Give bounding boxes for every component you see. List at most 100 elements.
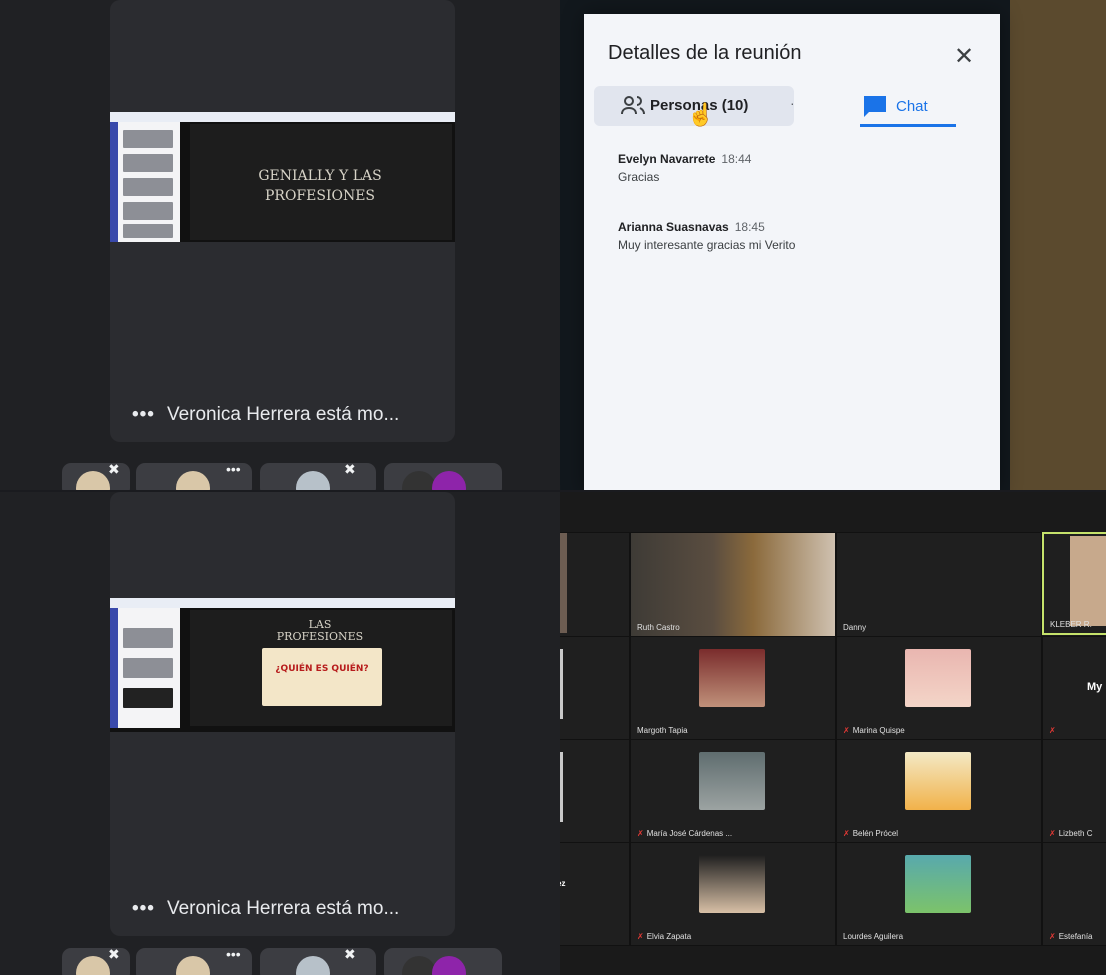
participant-name: ✗ Belén Prócel [843,829,899,838]
participant-tile[interactable] [560,532,630,637]
video-feed [560,752,563,822]
participant-name: ✗ Estefanía [1049,932,1093,941]
participant-tile[interactable]: ✗ Estefanía [1042,842,1106,946]
app-toolbar [110,112,455,122]
meet-panel-bottom: ••• Veronica Herrera está mo... LAS PROFE… [0,492,560,975]
more-icon[interactable]: ••• [226,946,241,962]
mic-off-icon: ✖ [108,461,120,477]
close-icon[interactable]: ✕ [954,42,974,71]
slide-graphic: ¿QUIÉN ES QUIÉN? [262,648,382,706]
chat-message-sender: Evelyn Navarrete 18:44 [618,152,752,166]
participant-tile[interactable]: ✗ Marina Quispe [836,636,1042,740]
participant-tile[interactable]: Lourdes Aguilera [836,842,1042,946]
participant-name: ✗ Lizbeth C [1049,829,1093,838]
participant-tile[interactable]: Ruth Castro [630,532,836,637]
thumbnail [123,224,173,238]
profile-photo [699,649,765,707]
thumbnail [123,688,173,708]
avatar [432,471,466,490]
message-time: 18:45 [734,220,765,234]
participant-pill[interactable]: ✖ [62,461,130,490]
app-sidebar [110,122,118,242]
mic-muted-icon: ✗ [843,829,850,838]
participant-pill[interactable]: ✖ [260,461,376,490]
participant-pill[interactable]: ✖ [260,946,376,975]
participant-pill[interactable]: ✖ [62,946,130,975]
more-icon[interactable]: ••• [226,461,241,477]
participant-pill[interactable] [384,948,502,975]
slide-title-line: PROFESIONES [276,630,364,643]
participant-pill[interactable]: ••• [136,461,252,490]
avatar [402,471,436,490]
avatar [76,956,110,975]
participant-tile[interactable] [560,739,630,843]
video-feed [560,649,563,719]
thumbnail [123,202,173,220]
slide-title-line: GENIALLY Y LAS [258,168,382,184]
participant-name: KLEBER R. [1050,620,1092,629]
people-icon [621,96,645,115]
avatar [76,471,110,490]
chat-message-text: Gracias [618,170,660,184]
slide-title-line: PROFESIONES [264,188,376,204]
avatar [176,956,210,975]
slide-canvas: LAS PROFESIONES ¿QUIÉN ES QUIÉN? [190,610,452,726]
message-time: 18:44 [721,152,752,166]
mic-muted-icon: ✗ [1049,932,1056,941]
participant-tile[interactable]: My ✗ [1042,636,1106,740]
chat-icon [864,96,886,117]
more-options-icon[interactable]: ••• [132,404,155,425]
participant-tile[interactable]: KLEBER R. [1042,532,1106,635]
mic-off-icon: ✖ [108,946,120,962]
participant-tile[interactable]: ✗ Lizbeth C [1042,739,1106,843]
thumbnail [123,178,173,196]
avatar [176,471,210,490]
profile-photo [699,855,765,913]
video-feed [1070,536,1106,626]
zoom-topbar [560,492,1106,532]
tab-chat-label: Chat [896,98,928,115]
mic-muted-icon: ✗ [637,829,644,838]
participant-name: ✗ María José Cárdenas ... [637,829,733,838]
active-tab-indicator [860,124,956,127]
participant-pill[interactable] [384,463,502,490]
chat-message-sender: Arianna Suasnavas 18:45 [618,220,765,234]
participant-tile[interactable]: ez [560,842,630,946]
meet-panel-top: ••• Veronica Herrera está mo... GENIALLY … [0,0,560,490]
participant-tile[interactable]: ✗ María José Cárdenas ... [630,739,836,843]
participant-pill[interactable]: ••• [136,946,252,975]
participant-name-partial: ez [560,879,566,888]
thumbnail [123,130,173,148]
mic-muted-icon: ✗ [1049,726,1056,735]
separator-dot: · [790,95,795,111]
participant-strip: ✖ ••• ✖ [62,946,502,975]
avatar [296,956,330,975]
participant-tile[interactable] [560,636,630,740]
mic-off-icon: ✖ [344,461,356,477]
app-sidebar [110,608,118,728]
presenting-label: ••• Veronica Herrera está mo... [132,898,399,920]
app-toolbar [110,598,455,608]
thumbnail [123,658,173,678]
room-wall [1010,0,1106,490]
profile-photo [905,752,971,810]
tab-chat[interactable]: Chat [860,86,956,127]
zoom-gallery: ez Ruth Castro Margoth Tapia ✗María José… [560,492,1106,975]
participant-name: Danny [843,623,867,632]
participant-tile[interactable]: ✗ Elvia Zapata [630,842,836,946]
participant-tile[interactable]: ✗ Belén Prócel [836,739,1042,843]
participant-name: Margoth Tapia [637,726,688,735]
participant-strip: ✖ ••• ✖ [62,461,502,490]
shared-screen: LAS PROFESIONES ¿QUIÉN ES QUIÉN? [110,598,455,732]
presenter-status-text: Veronica Herrera está mo... [166,404,400,425]
avatar [402,956,436,975]
thumbnail [123,154,173,172]
profile-photo [699,752,765,810]
chat-message-text: Muy interesante gracias mi Verito [618,238,796,252]
more-options-icon[interactable]: ••• [132,898,155,919]
video-feed [560,533,567,633]
participant-name: Lourdes Aguilera [843,932,904,941]
participant-tile[interactable]: Danny [836,532,1042,637]
participant-tile[interactable]: Margoth Tapia [630,636,836,740]
mic-muted-icon: ✗ [843,726,850,735]
